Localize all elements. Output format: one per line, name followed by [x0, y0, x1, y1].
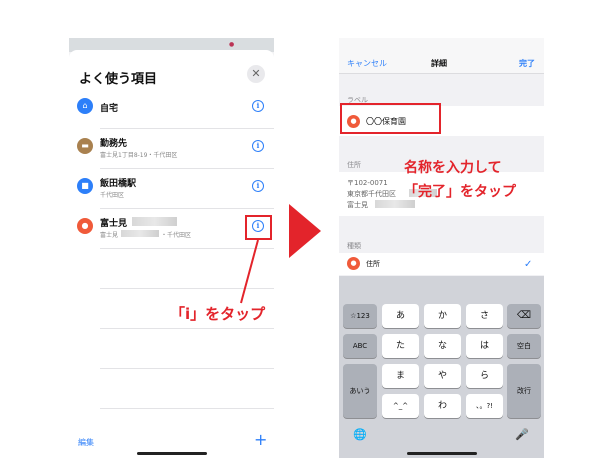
key-hiragana[interactable]: あいう [343, 364, 377, 418]
keyboard: ☆123 あ か さ ⌫ ABC た な は 空白 あいう ま や ら 改行 ^… [339, 276, 544, 458]
key-ma[interactable]: ま [382, 364, 419, 388]
key-emoticon[interactable]: ^_^ [382, 394, 419, 418]
key-ha[interactable]: は [466, 334, 503, 358]
callout-tap-info: 「i」をタップ [170, 305, 266, 323]
pin-icon: ● [347, 257, 360, 270]
checkmark-icon: ✓ [524, 259, 533, 270]
key-ra[interactable]: ら [466, 364, 503, 388]
highlight-box [340, 103, 441, 134]
key-ta[interactable]: た [382, 334, 419, 358]
callout-tap-done: 「完了」をタップ [404, 184, 516, 200]
callout-enter-name: 名称を入力して [404, 160, 502, 176]
cancel-button[interactable]: キャンセル [347, 58, 387, 69]
key-wa[interactable]: わ [424, 394, 461, 418]
key-ya[interactable]: や [424, 364, 461, 388]
key-abc[interactable]: ABC [343, 334, 377, 358]
blurred-text [375, 200, 415, 208]
key-na[interactable]: な [424, 334, 461, 358]
key-return[interactable]: 改行 [507, 364, 541, 418]
next-step-arrow [289, 204, 321, 258]
nav-bar: キャンセル 詳細 完了 [339, 38, 544, 74]
detail-screen: キャンセル 詳細 完了 ラベル ● 〇〇保育園 住所 〒102-0071 東京都… [339, 38, 544, 458]
key-space[interactable]: 空白 [507, 334, 541, 358]
address-line: 東京都千代田区 [347, 190, 396, 198]
globe-icon[interactable]: 🌐 [353, 428, 367, 441]
nav-title: 詳細 [431, 59, 447, 68]
key-ka[interactable]: か [424, 304, 461, 328]
home-indicator [407, 452, 477, 455]
address-line: 〒102-0071 [347, 179, 388, 187]
type-cell[interactable]: ● 住所 ✓ [339, 253, 544, 275]
address-line: 富士見 [347, 201, 368, 209]
type-value: 住所 [366, 260, 380, 268]
microphone-icon[interactable]: 🎤 [515, 428, 529, 441]
done-button[interactable]: 完了 [519, 58, 535, 69]
address-section-header: 住所 [347, 161, 361, 169]
backspace-icon[interactable]: ⌫ [507, 304, 541, 328]
type-section-header: 種類 [347, 242, 361, 250]
key-a[interactable]: あ [382, 304, 419, 328]
key-numbers[interactable]: ☆123 [343, 304, 377, 328]
key-punctuation[interactable]: 、。?! [466, 394, 503, 418]
key-sa[interactable]: さ [466, 304, 503, 328]
